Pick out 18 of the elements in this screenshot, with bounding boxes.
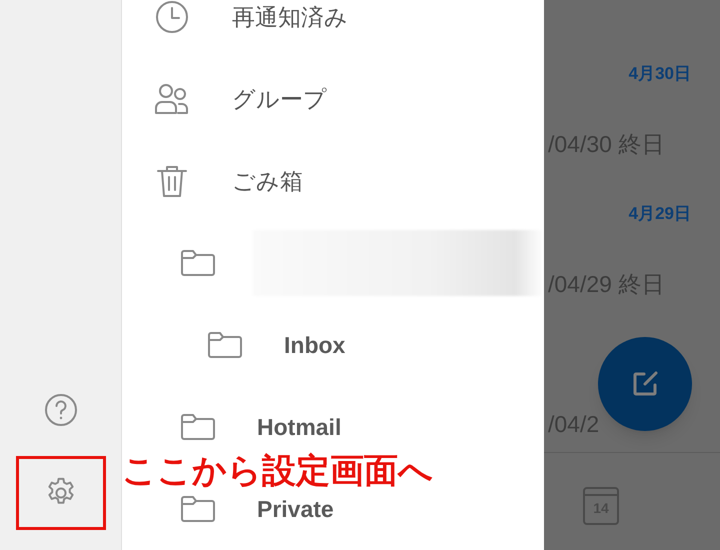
folder-icon: [180, 249, 216, 277]
date-header: 4月29日: [628, 203, 691, 226]
trash-icon: [156, 164, 188, 198]
folder-icon: [207, 331, 243, 359]
annotation-text: ここから設定画面へ: [122, 452, 433, 490]
people-icon: [154, 82, 190, 116]
help-icon[interactable]: [44, 393, 78, 427]
date-header: 4月30日: [628, 63, 691, 86]
folder-icon: [180, 413, 216, 441]
drawer-item-label[interactable]: グループ: [232, 82, 327, 116]
clock-icon: [155, 0, 189, 34]
edit-icon: [631, 370, 659, 398]
folder-icon: [180, 495, 216, 523]
drawer-item-label[interactable]: ごみ箱: [232, 164, 303, 198]
drawer-item-label[interactable]: Inbox: [284, 328, 346, 362]
drawer-item-label[interactable]: Hotmail: [257, 410, 342, 444]
drawer-item-label[interactable]: Private: [257, 492, 334, 526]
drawer-item-label[interactable]: 再通知済み: [232, 0, 348, 34]
